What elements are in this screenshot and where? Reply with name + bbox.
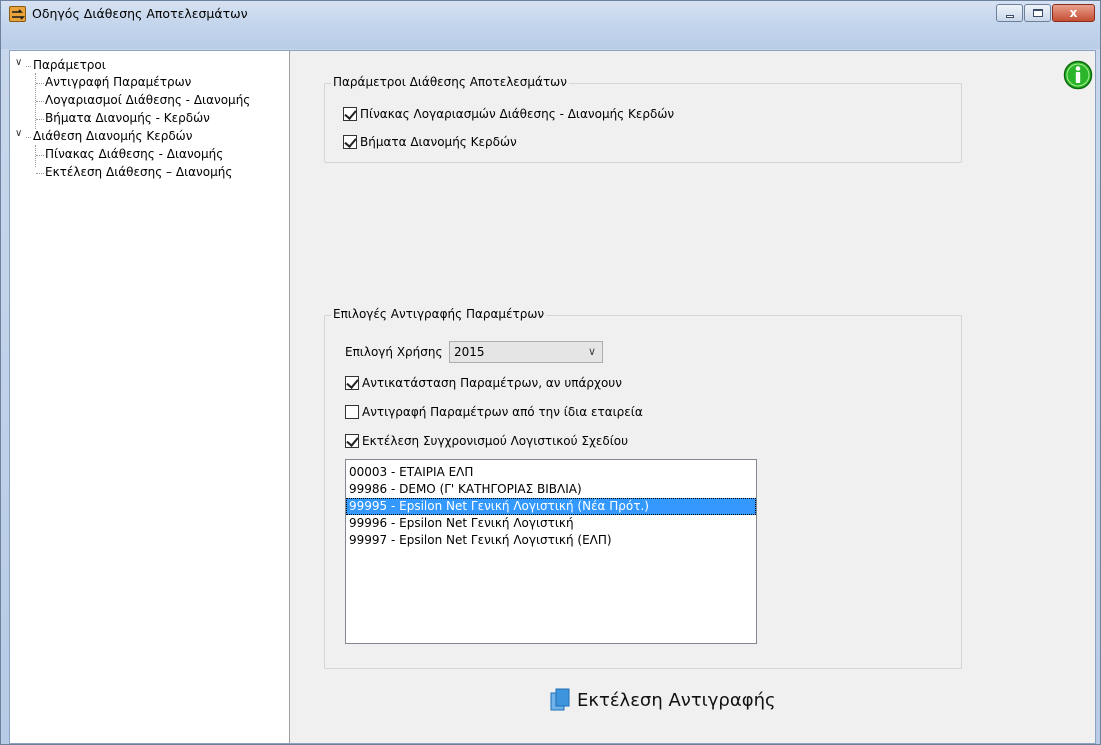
option-replace-parameters[interactable]: Αντικατάσταση Παραμέτρων, αν υπάρχουν xyxy=(345,375,622,391)
tree-item-disposal-accounts[interactable]: Λογαριασμοί Διάθεσης - Διανομής xyxy=(45,92,250,109)
year-value: 2015 xyxy=(454,345,485,359)
tree-node-parameters[interactable]: Παράμετροι xyxy=(33,57,106,74)
company-item[interactable]: 99986 - DEMO (Γ' ΚΑΤΗΓΟΡΙΑΣ ΒΙΒΛΙΑ) xyxy=(346,481,756,498)
option-label: Εκτέλεση Συγχρονισμού Λογιστικού Σχεδίου xyxy=(362,434,629,448)
expand-chevron-icon[interactable]: ∨ xyxy=(15,128,22,139)
params-group-title: Παράμετροι Διάθεσης Αποτελεσμάτων xyxy=(331,75,569,89)
client-area: ∨ Παράμετροι Αντιγραφή Παραμέτρων Λογαρι… xyxy=(9,50,1096,744)
maximize-icon xyxy=(1033,9,1043,17)
option-sync-chart-of-accounts[interactable]: Εκτέλεση Συγχρονισμού Λογιστικού Σχεδίου xyxy=(345,433,628,449)
company-item-selected[interactable]: 99995 - Epsilon Net Γενική Λογιστική (Νέ… xyxy=(346,498,756,515)
minimize-icon xyxy=(1006,15,1014,18)
app-icon xyxy=(9,6,26,22)
tree-connector xyxy=(36,119,44,120)
info-icon[interactable] xyxy=(1063,60,1093,93)
navigation-tree[interactable]: ∨ Παράμετροι Αντιγραφή Παραμέτρων Λογαρι… xyxy=(10,51,290,743)
chevron-down-icon: ∨ xyxy=(587,345,596,358)
params-group: Παράμετροι Διάθεσης Αποτελεσμάτων Πίνακα… xyxy=(324,75,962,163)
sync-chart-checkbox[interactable] xyxy=(345,434,359,448)
app-window: Οδηγός Διάθεσης Αποτελεσμάτων x ∨ Παράμε… xyxy=(0,0,1101,745)
close-button[interactable]: x xyxy=(1052,4,1095,22)
expand-chevron-icon[interactable]: ∨ xyxy=(15,57,22,68)
copy-options-group: Επιλογές Αντιγραφής Παραμέτρων Επιλογή Χ… xyxy=(324,307,962,669)
tree-connector xyxy=(35,145,36,167)
window-controls: x xyxy=(995,4,1095,24)
option-same-company[interactable]: Αντιγραφή Παραμέτρων από την ίδια εταιρε… xyxy=(345,404,643,420)
company-list-items: 00003 - ΕΤΑΙΡΙΑ ΕΛΠ 99986 - DEMO (Γ' ΚΑΤ… xyxy=(346,460,756,549)
option-label: Αντικατάσταση Παραμέτρων, αν υπάρχουν xyxy=(362,376,622,390)
title-bar[interactable]: Οδηγός Διάθεσης Αποτελεσμάτων x xyxy=(1,1,1100,49)
run-copy-label: Εκτέλεση Αντιγραφής xyxy=(577,689,776,711)
copy-group-title: Επιλογές Αντιγραφής Παραμέτρων xyxy=(331,307,547,321)
copy-icon xyxy=(550,688,570,711)
minimize-button[interactable] xyxy=(996,4,1023,22)
company-list[interactable]: 00003 - ΕΤΑΙΡΙΑ ΕΛΠ 99986 - DEMO (Γ' ΚΑΤ… xyxy=(345,459,757,644)
tree-item-distribution-steps[interactable]: Βήματα Διανομής - Κερδών xyxy=(45,110,210,127)
tree-node-profit-distribution[interactable]: Διάθεση Διανομής Κερδών xyxy=(33,128,192,145)
tree-connector xyxy=(26,137,31,138)
accounts-table-checkbox[interactable] xyxy=(343,107,357,121)
company-item[interactable]: 99996 - Epsilon Net Γενική Λογιστική xyxy=(346,515,756,532)
tree-item-distribution-table[interactable]: Πίνακας Διάθεσης - Διανομής xyxy=(45,146,223,163)
option-distribution-steps[interactable]: Βήματα Διανομής Κερδών xyxy=(343,134,517,150)
tree-connector xyxy=(36,173,44,174)
tree-connector xyxy=(36,155,44,156)
tree-connector xyxy=(36,101,44,102)
year-label: Επιλογή Χρήσης xyxy=(345,345,443,359)
year-select[interactable]: 2015 ∨ xyxy=(449,341,603,363)
option-accounts-table[interactable]: Πίνακας Λογαριασμών Διάθεσης - Διανομής … xyxy=(343,106,674,122)
distribution-steps-checkbox[interactable] xyxy=(343,135,357,149)
company-item[interactable]: 99997 - Epsilon Net Γενική Λογιστική (ΕΛ… xyxy=(346,532,756,549)
tree-item-copy-parameters[interactable]: Αντιγραφή Παραμέτρων xyxy=(45,74,191,91)
option-label: Αντιγραφή Παραμέτρων από την ίδια εταιρε… xyxy=(362,405,643,419)
option-label: Βήματα Διανομής Κερδών xyxy=(360,135,517,149)
company-item[interactable]: 00003 - ΕΤΑΙΡΙΑ ΕΛΠ xyxy=(346,464,756,481)
close-icon: x xyxy=(1069,6,1078,20)
option-label: Πίνακας Λογαριασμών Διάθεσης - Διανομής … xyxy=(360,107,675,121)
tree-connector xyxy=(26,66,31,67)
run-copy-button[interactable]: Εκτέλεση Αντιγραφής xyxy=(549,688,776,712)
tree-item-execute-distribution[interactable]: Εκτέλεση Διάθεσης – Διανομής xyxy=(45,164,232,181)
maximize-button[interactable] xyxy=(1024,4,1051,22)
window-title: Οδηγός Διάθεσης Αποτελεσμάτων xyxy=(32,6,248,21)
replace-parameters-checkbox[interactable] xyxy=(345,376,359,390)
tree-connector xyxy=(36,83,44,84)
same-company-checkbox[interactable] xyxy=(345,405,359,419)
